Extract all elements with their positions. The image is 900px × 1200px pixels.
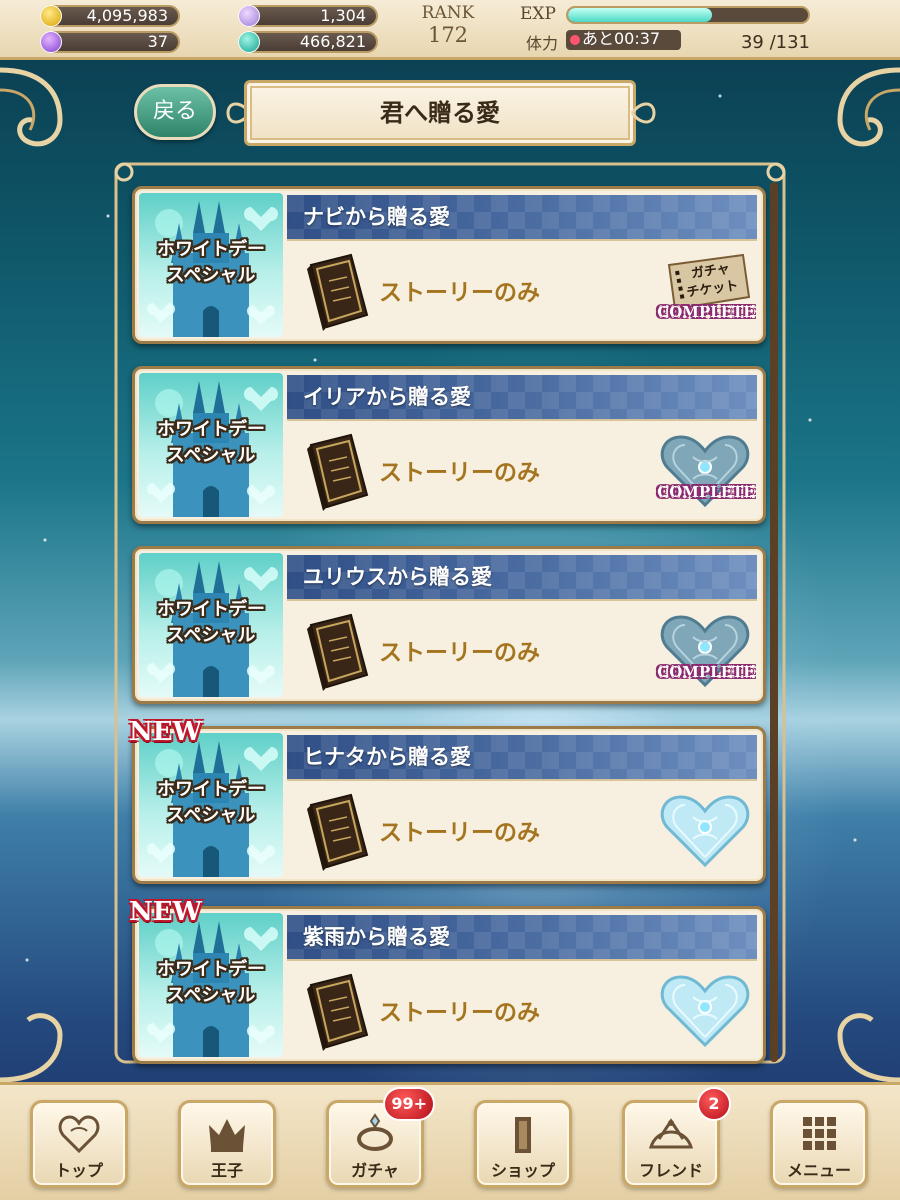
- book-icon: [307, 793, 369, 871]
- list-scrollbar-thumb[interactable]: [770, 182, 778, 1062]
- page-title: 君へ贈る愛: [244, 80, 636, 146]
- exp-bar-fill: [568, 8, 712, 22]
- tickets-display: 1,304: [238, 5, 378, 27]
- corner-ornament-top-left: [0, 67, 63, 147]
- divider: [287, 599, 757, 601]
- item-title: ヒナタから贈る愛: [287, 735, 757, 779]
- nav-label: トップ: [54, 1161, 103, 1180]
- tickets-value: 1,304: [320, 6, 366, 25]
- coins-display: 4,095,983: [40, 5, 180, 27]
- ring-icon: [357, 1113, 393, 1151]
- item-title: イリアから贈る愛: [287, 375, 757, 419]
- bottom-navigation: [0, 1082, 900, 1200]
- book-icon: [307, 613, 369, 691]
- gem-icon: [40, 31, 62, 53]
- event-story-item[interactable]: ホワイトデー スペシャル NEW ヒナタから贈る愛 ストーリーのみ: [129, 717, 766, 884]
- gems-display: 37: [40, 31, 180, 53]
- exp-label: EXP: [520, 4, 556, 24]
- coins-value: 4,095,983: [86, 6, 168, 25]
- new-badge: NEW: [129, 717, 202, 747]
- thumbnail-label: ホワイトデー スペシャル: [157, 419, 265, 466]
- nav-label: フレンド: [638, 1161, 703, 1180]
- rank-value: 172: [427, 23, 469, 47]
- white-day-special-thumbnail: ホワイトデー スペシャル: [139, 913, 283, 1057]
- nav-top-button[interactable]: トップ: [30, 1100, 128, 1188]
- story-only-label: ストーリーのみ: [379, 820, 540, 846]
- book-icon: [307, 973, 369, 1051]
- nav-gacha-button[interactable]: ガチャ 99+: [326, 1087, 435, 1188]
- stamina-value: 39 /131: [740, 32, 810, 53]
- book-icon: [307, 253, 369, 331]
- rank-label: RANK: [421, 3, 475, 23]
- exp-bar: [566, 6, 810, 24]
- corner-ornament-bottom-right: [837, 1013, 900, 1083]
- story-only-label: ストーリーのみ: [379, 460, 540, 486]
- point-icon: [238, 31, 260, 53]
- complete-label: COMPLETE: [657, 303, 755, 321]
- event-story-item[interactable]: ホワイトデー スペシャル イリアから贈る愛 ストーリーのみ COMPLETE: [132, 366, 766, 524]
- grid-menu-icon: [803, 1117, 836, 1150]
- tiara-icon: [649, 1118, 693, 1149]
- notification-badge: 99+: [383, 1087, 435, 1121]
- white-day-special-thumbnail: ホワイトデー スペシャル: [139, 193, 283, 337]
- thumbnail-label: ホワイトデー スペシャル: [157, 779, 265, 826]
- gems-value: 37: [147, 32, 168, 51]
- nav-prince-button[interactable]: 王子: [178, 1100, 276, 1188]
- rank-badge: RANK 172: [400, 0, 496, 56]
- nav-friend-button[interactable]: フレンド 2: [622, 1087, 731, 1188]
- nav-shop-button[interactable]: ショップ: [474, 1100, 572, 1188]
- stamina-dot-icon: [570, 35, 580, 45]
- white-day-special-thumbnail: ホワイトデー スペシャル: [139, 553, 283, 697]
- heart-icon: [58, 1115, 100, 1154]
- crown-icon: [209, 1119, 245, 1152]
- item-title: 紫雨から贈る愛: [287, 915, 757, 959]
- points-display: 466,821: [238, 31, 378, 53]
- divider: [287, 419, 757, 421]
- corner-ornament-top-right: [837, 67, 900, 147]
- book-icon: [307, 433, 369, 511]
- shop-icon: [515, 1117, 531, 1153]
- story-only-label: ストーリーのみ: [379, 640, 540, 666]
- item-title: ナビから贈る愛: [287, 195, 757, 239]
- divider: [287, 959, 757, 961]
- white-day-special-thumbnail: ホワイトデー スペシャル: [139, 373, 283, 517]
- crystal-heart-icon: [660, 975, 750, 1048]
- event-story-item[interactable]: ホワイトデー スペシャル ナビから贈る愛 ストーリーのみ ガチャ チケット COM…: [132, 186, 766, 344]
- thumbnail-label: ホワイトデー スペシャル: [157, 959, 265, 1006]
- complete-label: COMPLETE: [657, 483, 755, 501]
- event-story-item[interactable]: ホワイトデー スペシャル ユリウスから贈る愛 ストーリーのみ COMPLETE: [132, 546, 766, 704]
- nav-menu-button[interactable]: メニュー: [770, 1100, 868, 1188]
- divider: [287, 779, 757, 781]
- nav-label: 王子: [210, 1161, 243, 1180]
- coin-icon: [40, 5, 62, 27]
- list-scrollbar[interactable]: [770, 182, 778, 1062]
- stamina-recover-timer: あと00:37: [566, 30, 681, 50]
- crystal-heart-icon: [660, 795, 750, 868]
- back-button[interactable]: 戻る: [134, 84, 216, 140]
- white-day-special-thumbnail: ホワイトデー スペシャル: [139, 733, 283, 877]
- thumbnail-label: ホワイトデー スペシャル: [157, 239, 265, 286]
- thumbnail-label: ホワイトデー スペシャル: [157, 599, 265, 646]
- complete-label: COMPLETE: [657, 663, 755, 681]
- points-value: 466,821: [299, 32, 366, 51]
- nav-label: ガチャ: [351, 1161, 399, 1180]
- ticket-icon: [238, 5, 260, 27]
- status-bar: 4,095,983 37 1,304 466,821 RANK 172 EXP …: [0, 0, 900, 60]
- nav-label: ショップ: [490, 1161, 555, 1180]
- new-badge: NEW: [129, 897, 202, 927]
- story-only-label: ストーリーのみ: [379, 1000, 540, 1026]
- nav-label: メニュー: [786, 1161, 851, 1180]
- stamina-recover-text: あと00:37: [582, 29, 661, 48]
- item-title: ユリウスから贈る愛: [287, 555, 757, 599]
- corner-ornament-bottom-left: [0, 1013, 63, 1083]
- stamina-label: 体力: [526, 34, 559, 53]
- story-only-label: ストーリーのみ: [379, 280, 540, 306]
- divider: [287, 239, 757, 241]
- event-story-item[interactable]: ホワイトデー スペシャル NEW 紫雨から贈る愛 ストーリーのみ: [129, 897, 766, 1064]
- notification-badge: 2: [697, 1087, 731, 1121]
